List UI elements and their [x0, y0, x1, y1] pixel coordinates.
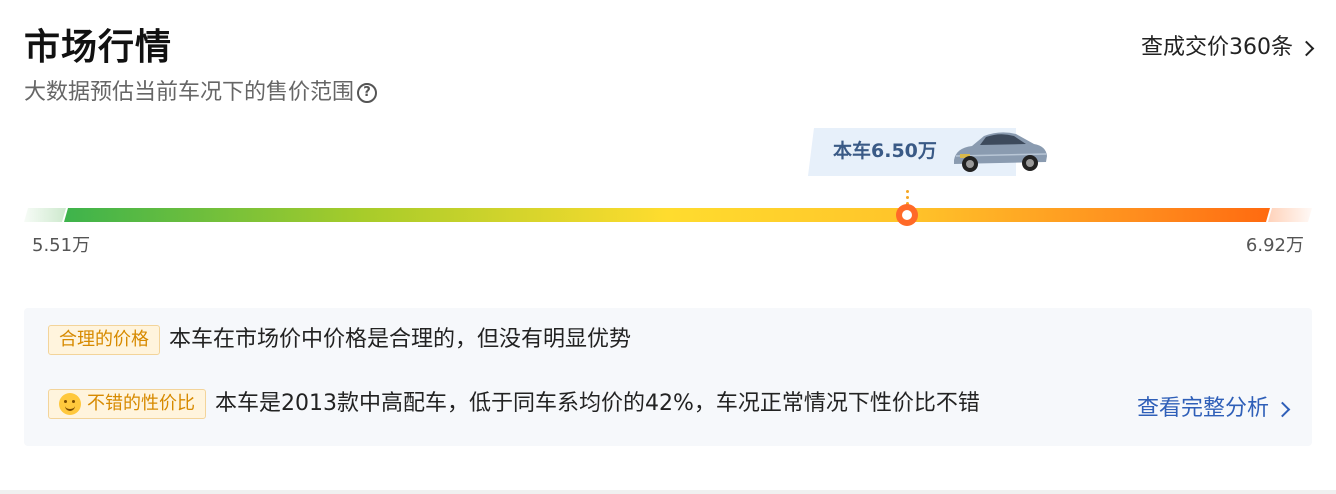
analysis-link-label: 查看完整分析	[1136, 396, 1269, 421]
price-range-track	[64, 208, 1270, 222]
section-subtitle: 大数据预估当前车况下的售价范围 ?	[24, 79, 378, 107]
smile-emoji-icon	[59, 393, 81, 415]
reasonable-price-tag: 合理的价格	[48, 325, 160, 355]
analysis-row-value: 不错的性价比 本车是2013款中高配车，低于同车系均价的42%，车况正常情况下性…	[48, 389, 980, 419]
good-value-tag: 不错的性价比	[48, 389, 206, 419]
analysis-row-price: 合理的价格 本车在市场价中价格是合理的，但没有明显优势	[48, 325, 631, 355]
price-analysis-text: 本车在市场价中价格是合理的，但没有明显优势	[169, 327, 632, 352]
value-analysis-text: 本车是2013款中高配车，低于同车系均价的42%，车况正常情况下性价比不错	[215, 391, 980, 416]
analysis-panel: 合理的价格 本车在市场价中价格是合理的，但没有明显优势 不错的性价比 本车是20…	[24, 308, 1312, 446]
price-min-label: 5.51万	[32, 235, 91, 256]
chevron-right-icon	[1298, 40, 1315, 56]
deals-link-label: 查成交价360条	[1141, 35, 1293, 60]
view-deal-prices-link[interactable]: 查成交价360条	[1141, 34, 1315, 62]
market-quote-card: 市场行情 大数据预估当前车况下的售价范围 ? 查成交价360条 本车6.50万 …	[0, 0, 1336, 494]
subtitle-text: 大数据预估当前车况下的售价范围	[24, 80, 355, 105]
current-price-knob	[896, 204, 918, 226]
chevron-right-icon	[1274, 401, 1291, 417]
price-track-fade-right	[1268, 208, 1312, 222]
help-icon[interactable]: ?	[357, 83, 378, 103]
section-title: 市场行情	[24, 27, 173, 68]
good-value-tag-label: 不错的性价比	[87, 393, 195, 414]
price-max-label: 6.92万	[1245, 235, 1304, 256]
price-track-fade-left	[24, 208, 66, 222]
card-bottom-divider	[0, 490, 1336, 494]
view-full-analysis-link[interactable]: 查看完整分析	[1136, 394, 1291, 424]
car-thumbnail	[954, 132, 1047, 172]
current-price-label: 本车6.50万	[833, 140, 937, 162]
